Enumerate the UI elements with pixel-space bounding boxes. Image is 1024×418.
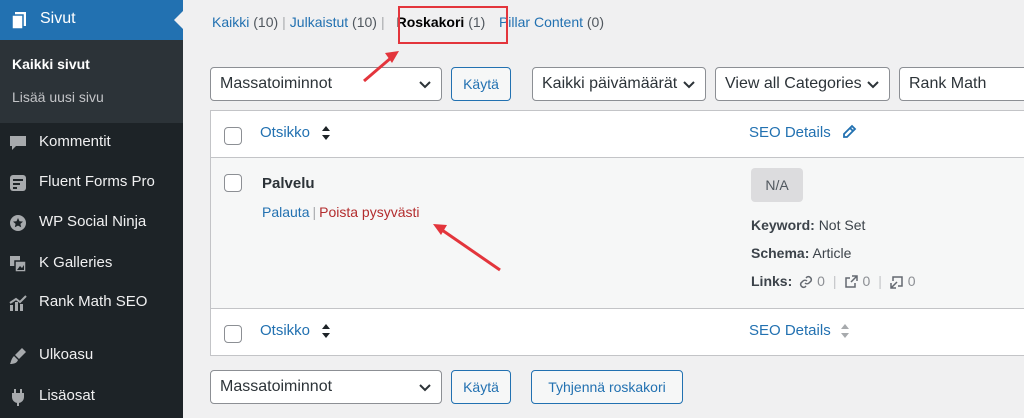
bulk-action-select-top[interactable]: Massatoiminnot [210, 67, 442, 101]
sidebar-item-label: K Galleries [39, 254, 113, 271]
brush-icon [10, 348, 26, 364]
sort-icon [841, 324, 849, 338]
sidebar-item-label: Sivut [40, 10, 76, 27]
sidebar-item-label: Fluent Forms Pro [39, 173, 155, 190]
tab-pillar-content[interactable]: Pillar Content (0) [499, 14, 604, 30]
sidebar-item-rank-math[interactable]: Rank Math SEO [0, 285, 183, 319]
restore-link[interactable]: Palauta [262, 204, 309, 220]
rank-math-icon [9, 295, 27, 311]
empty-trash-button[interactable]: Tyhjennä roskakori [531, 370, 683, 404]
row-actions: Palauta | Poista pysyvästi [262, 204, 420, 220]
admin-sidebar: Sivut Kaikki sivut Lisää uusi sivu Komme… [0, 0, 183, 418]
sidebar-item-label: Rank Math SEO [39, 293, 148, 310]
ninja-icon [10, 215, 26, 231]
category-filter-select[interactable]: View all Categories [715, 67, 890, 101]
gallery-icon [10, 256, 27, 273]
seo-score-badge: N/A [751, 168, 803, 202]
comment-icon [10, 136, 26, 150]
select-all-checkbox[interactable] [224, 127, 242, 145]
table-header-row: Otsikko SEO Details [211, 111, 1024, 158]
tab-published[interactable]: Julkaistut (10) [290, 14, 377, 30]
apply-button-top[interactable]: Käytä [451, 67, 511, 101]
seo-keyword: Keyword: Not Set [751, 217, 866, 233]
tab-all[interactable]: Kaikki (10) [212, 14, 278, 30]
sidebar-item-appearance[interactable]: Ulkoasu [0, 338, 183, 372]
current-menu-pointer [174, 11, 183, 29]
sidebar-item-comments[interactable]: Kommentit [0, 125, 183, 159]
plugin-icon [12, 389, 24, 406]
submenu-all-pages[interactable]: Kaikki sivut [12, 56, 90, 72]
select-all-checkbox-footer[interactable] [224, 325, 242, 343]
sidebar-item-label: WP Social Ninja [39, 213, 147, 230]
column-seo-details[interactable]: SEO Details [749, 124, 831, 141]
row-checkbox[interactable] [224, 174, 242, 192]
seo-links: Links: 0 | 0 | 0 [751, 273, 916, 290]
external-link-icon [845, 275, 859, 289]
date-filter-select[interactable]: Kaikki päivämäärät [532, 67, 706, 101]
sort-icon [322, 324, 330, 338]
bulk-action-select-bottom[interactable]: Massatoiminnot [210, 370, 442, 404]
sidebar-item-plugins[interactable]: Lisäosat [0, 379, 183, 413]
incoming-link-icon [890, 276, 903, 290]
seo-schema: Schema: Article [751, 245, 852, 261]
sidebar-item-k-galleries[interactable]: K Galleries [0, 246, 183, 280]
link-icon [800, 276, 813, 289]
sidebar-item-fluent-forms[interactable]: Fluent Forms Pro [0, 165, 183, 199]
chevron-down-icon [683, 81, 695, 89]
sidebar-item-wp-social-ninja[interactable]: WP Social Ninja [0, 205, 183, 239]
column-title-sort-footer[interactable]: Otsikko [260, 322, 310, 339]
chevron-down-icon [867, 81, 879, 89]
sidebar-item-label: Kommentit [39, 133, 111, 150]
pages-icon [11, 12, 26, 30]
column-title-sort[interactable]: Otsikko [260, 124, 310, 141]
column-seo-details-footer[interactable]: SEO Details [749, 322, 831, 339]
table-row: Palvelu Palauta | Poista pysyvästi N/A Key… [211, 158, 1024, 309]
sidebar-item-label: Ulkoasu [39, 346, 94, 363]
pages-submenu: Kaikki sivut Lisää uusi sivu [0, 40, 183, 123]
delete-permanently-link[interactable]: Poista pysyvästi [319, 204, 419, 220]
pencil-icon[interactable] [841, 124, 857, 140]
rank-math-filter-select[interactable]: Rank Math [899, 67, 1024, 101]
sort-icon [322, 126, 330, 140]
sidebar-item-label: Lisäosat [39, 387, 95, 404]
sidebar-item-pages[interactable]: Sivut [0, 0, 183, 40]
post-title: Palvelu [262, 175, 315, 192]
pages-list-table: Otsikko SEO Details Palvelu Palauta | Pois… [210, 110, 1024, 356]
table-footer-row: Otsikko SEO Details [211, 309, 1024, 356]
chevron-down-icon [419, 81, 431, 89]
submenu-add-new-page[interactable]: Lisää uusi sivu [12, 89, 104, 105]
chevron-down-icon [419, 384, 431, 392]
apply-button-bottom[interactable]: Käytä [451, 370, 511, 404]
annotation-highlight-box [398, 6, 508, 44]
forms-icon [10, 175, 26, 191]
